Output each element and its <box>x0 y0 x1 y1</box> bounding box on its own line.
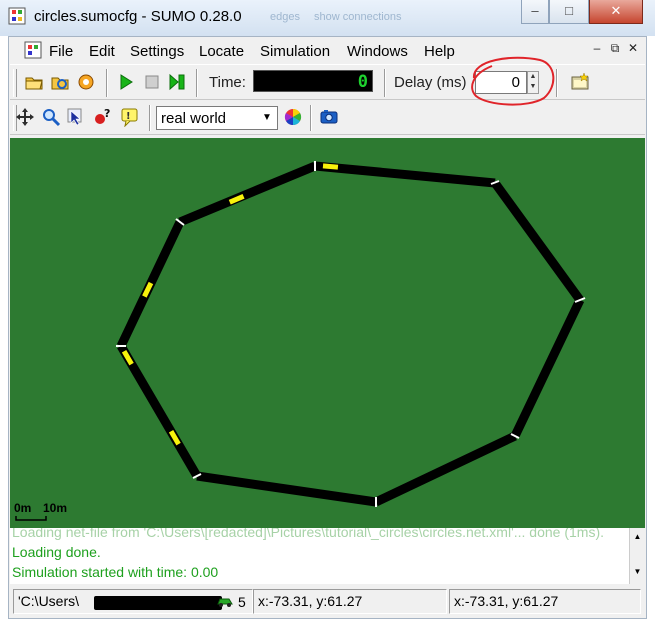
car-icon <box>217 598 233 607</box>
background-ghost-text: show connections <box>314 11 402 23</box>
menu-simulation[interactable]: Simulation <box>260 43 330 60</box>
screenshot-icon[interactable] <box>319 107 339 127</box>
log-line: Loading net-file from 'C:\Users\[redacte… <box>12 528 605 540</box>
menu-locate[interactable]: Locate <box>199 43 244 60</box>
run-icon[interactable] <box>116 72 136 92</box>
time-value: 0 <box>357 72 368 92</box>
log-scrollbar[interactable]: ▲ ▼ <box>629 528 645 584</box>
color-scheme-value: real world <box>161 110 227 127</box>
locate-junction-icon[interactable] <box>41 107 61 127</box>
log-line: Simulation started with time: 0.00 <box>12 564 219 580</box>
close-sim-icon[interactable] <box>76 72 96 92</box>
time-label: Time: <box>209 74 246 91</box>
color-wheel-icon[interactable] <box>283 107 303 127</box>
map-canvas[interactable]: 0m 10m <box>10 138 645 528</box>
minimize-button[interactable]: – <box>521 0 549 24</box>
status-path: 'C:\Users\ <box>18 593 80 609</box>
toolbar-separator <box>310 105 312 131</box>
scale-label-10: 10m <box>43 501 67 515</box>
open-icon[interactable] <box>24 72 44 92</box>
toolbar-separator <box>106 69 108 97</box>
background-ghost-text: edges <box>270 11 300 23</box>
reload-icon[interactable] <box>50 72 70 92</box>
maximize-button[interactable]: □ <box>549 0 589 24</box>
status-coords-net: x:-73.31, y:61.27 <box>253 589 447 614</box>
menu-settings[interactable]: Settings <box>130 43 184 60</box>
menu-edit[interactable]: Edit <box>89 43 115 60</box>
time-display: 0 <box>253 70 373 92</box>
tooltip-icon[interactable]: ! <box>120 107 140 127</box>
title-bar[interactable]: circles.sumocfg - SUMO 0.28.0 edges show… <box>0 0 655 36</box>
toolbar-separator <box>196 69 198 97</box>
mdi-close-button[interactable]: ✕ <box>626 41 640 55</box>
scale-label-0: 0m <box>14 501 31 515</box>
delay-label: Delay (ms) <box>394 74 467 91</box>
network-view[interactable]: 0m 10m <box>10 138 645 528</box>
map-background <box>10 138 645 528</box>
redaction-bar <box>94 596 222 610</box>
toolbar-separator <box>149 105 151 131</box>
menu-windows[interactable]: Windows <box>347 43 408 60</box>
svg-text:!: ! <box>126 111 131 122</box>
new-view-icon[interactable] <box>570 72 590 92</box>
color-scheme-select[interactable]: real world ▼ <box>156 106 278 130</box>
scroll-down-icon[interactable]: ▼ <box>630 567 645 576</box>
toolbar-grip[interactable] <box>13 69 17 97</box>
stop-icon[interactable] <box>142 72 162 92</box>
toolbar-separator <box>384 69 386 97</box>
locate-vehicle-icon[interactable]: ? <box>92 107 112 127</box>
svg-text:?: ? <box>104 107 110 120</box>
scroll-up-icon[interactable]: ▲ <box>630 532 645 541</box>
menu-file[interactable]: File <box>49 43 73 60</box>
locate-edge-icon[interactable] <box>66 107 86 127</box>
window-title: circles.sumocfg - SUMO 0.28.0 <box>34 8 242 25</box>
status-coords-geo: x:-73.31, y:61.27 <box>449 589 641 614</box>
recenter-icon[interactable] <box>15 107 35 127</box>
mdi-restore-button[interactable]: ⧉ <box>608 41 622 55</box>
annotation-circle <box>471 56 555 106</box>
mdi-minimize-button[interactable]: – <box>590 41 604 55</box>
vehicle-count: 5 <box>238 594 246 610</box>
document-icon[interactable] <box>24 41 42 59</box>
status-bar: 'C:\Users\ 5 x:-73.31, y:61.27 x:-73.31,… <box>10 587 645 617</box>
message-log[interactable]: Loading net-file from 'C:\Users\[redacte… <box>10 528 645 584</box>
chevron-down-icon[interactable]: ▼ <box>259 109 275 127</box>
step-icon[interactable] <box>167 72 187 92</box>
sumo-app-icon <box>8 7 26 25</box>
menu-help[interactable]: Help <box>424 43 455 60</box>
log-line: Loading done. <box>12 544 101 560</box>
close-button[interactable]: ✕ <box>589 0 643 24</box>
